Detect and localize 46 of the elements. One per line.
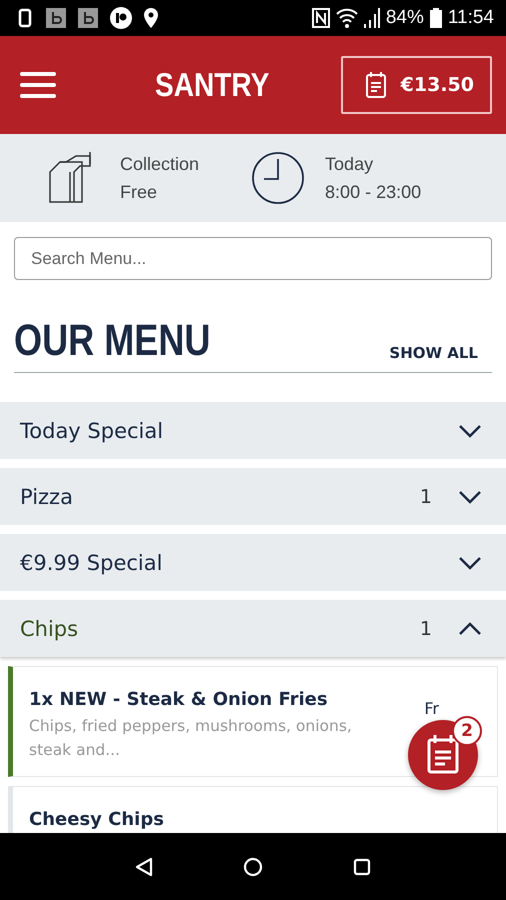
clock-icon: [251, 151, 306, 205]
item-count: 1: [420, 486, 432, 508]
search-field[interactable]: Search Menu...: [14, 237, 492, 280]
category-row[interactable]: Chips 1: [0, 600, 506, 657]
nfc-icon: [312, 8, 330, 28]
chevron-down-icon: [458, 556, 482, 570]
item-description: Chips, fried peppers, mushrooms, onions, steak and...: [29, 716, 353, 761]
chevron-up-icon: [458, 622, 482, 636]
chevron-down-icon: [458, 490, 482, 504]
info-value: 8:00 - 23:00: [325, 181, 422, 204]
item-count: 1: [420, 618, 432, 640]
category-row[interactable]: Today Special: [0, 402, 506, 459]
item-name: Cheesy Chips: [29, 809, 164, 830]
clock-time: 11:54: [448, 7, 494, 29]
category-row[interactable]: Pizza 1: [0, 468, 506, 525]
chevron-down-icon: [458, 424, 482, 438]
home-icon[interactable]: [243, 856, 263, 876]
item-name: 1x NEW - Steak & Onion Fries: [29, 689, 329, 710]
menu-button[interactable]: [20, 71, 56, 99]
category-row[interactable]: €9.99 Special: [0, 534, 506, 591]
info-label: Today: [325, 153, 374, 176]
store-title: SANTRY: [155, 66, 270, 104]
info-label: Collection: [120, 153, 200, 176]
wifi-icon: [336, 8, 358, 28]
back-icon[interactable]: [135, 856, 153, 876]
category-name: Today Special: [20, 418, 164, 442]
category-name: Chips: [20, 616, 78, 640]
category-name: Pizza: [20, 484, 73, 508]
category-name: €9.99 Special: [20, 550, 162, 574]
cart-button[interactable]: €13.50: [340, 56, 492, 114]
battery-percent: 84%: [386, 7, 424, 29]
show-all-link[interactable]: SHOW ALL: [389, 344, 478, 362]
phone-icon: [18, 8, 34, 28]
notepad-icon: [364, 71, 387, 99]
item-price: Fr: [424, 699, 439, 718]
signal-icon: [364, 8, 380, 28]
notepad-icon: [425, 734, 461, 776]
cart-count-badge: 2: [452, 716, 482, 746]
location-icon: [144, 8, 158, 28]
battery-icon: [430, 8, 442, 28]
recents-icon[interactable]: [353, 858, 371, 876]
app-icon: [46, 8, 66, 28]
app-icon: [110, 7, 132, 29]
info-value: Free: [120, 181, 158, 204]
section-heading: OUR MENU: [14, 318, 210, 364]
app-icon: [78, 8, 98, 28]
